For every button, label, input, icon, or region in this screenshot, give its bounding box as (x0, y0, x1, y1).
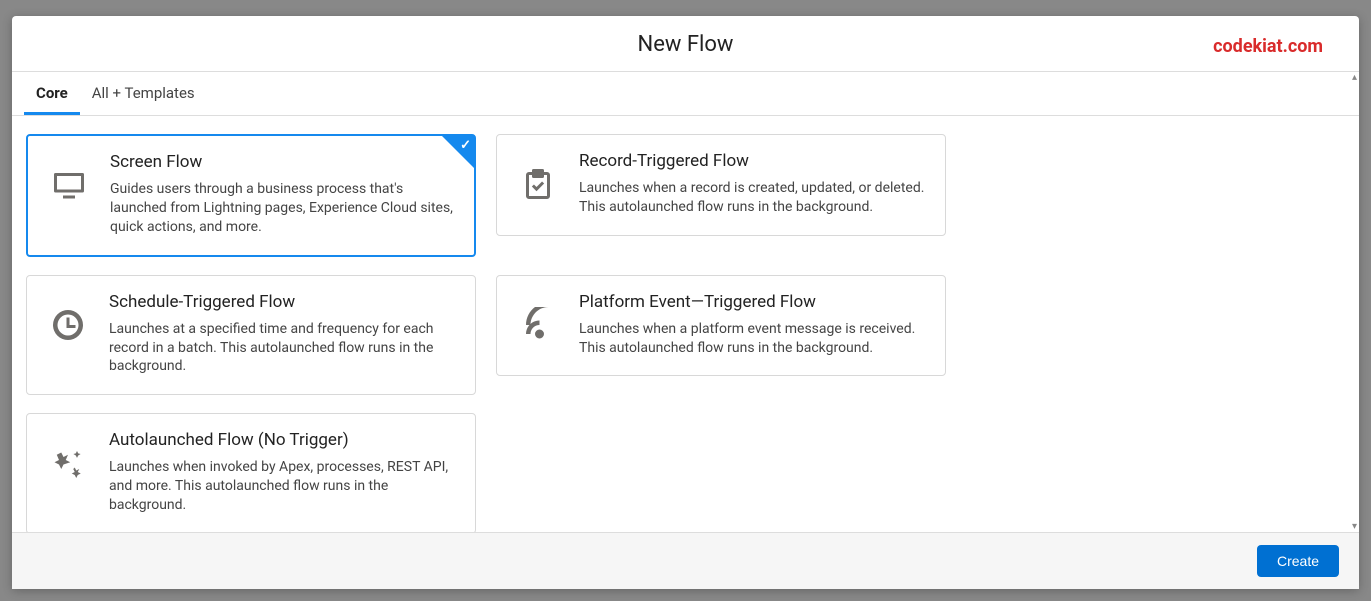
scrollbar[interactable] (1343, 72, 1359, 532)
modal-header: New Flow codekiat.com (12, 16, 1359, 72)
card-autolaunched[interactable]: Autolaunched Flow (No Trigger) Launches … (26, 413, 476, 532)
card-desc: Launches at a specified time and frequen… (109, 320, 457, 377)
modal-title: New Flow (32, 32, 1339, 57)
card-screen-flow[interactable]: Screen Flow Guides users through a busin… (26, 134, 476, 257)
card-title: Autolaunched Flow (No Trigger) (109, 430, 457, 450)
flow-type-cards: Screen Flow Guides users through a busin… (12, 116, 1359, 532)
selected-check-icon (442, 136, 474, 168)
wand-icon (45, 440, 91, 486)
card-desc: Launches when invoked by Apex, processes… (109, 458, 457, 515)
clock-icon (45, 302, 91, 348)
tabs-bar: Core All + Templates (12, 72, 1359, 116)
card-content: Autolaunched Flow (No Trigger) Launches … (109, 430, 457, 515)
brand-watermark: codekiat.com (1213, 36, 1323, 57)
card-title: Record-Triggered Flow (579, 151, 927, 171)
create-button[interactable]: Create (1257, 545, 1339, 577)
card-record-triggered[interactable]: Record-Triggered Flow Launches when a re… (496, 134, 946, 236)
card-title: Screen Flow (110, 152, 456, 172)
card-content: Platform Event—Triggered Flow Launches w… (579, 292, 927, 358)
tab-core[interactable]: Core (24, 72, 80, 115)
modal-footer: Create (12, 532, 1359, 589)
card-content: Record-Triggered Flow Launches when a re… (579, 151, 927, 217)
satellite-icon (515, 302, 561, 348)
card-content: Schedule-Triggered Flow Launches at a sp… (109, 292, 457, 377)
card-content: Screen Flow Guides users through a busin… (110, 152, 456, 237)
card-desc: Launches when a record is created, updat… (579, 179, 927, 217)
card-platform-event[interactable]: Platform Event—Triggered Flow Launches w… (496, 275, 946, 377)
card-desc: Guides users through a business process … (110, 180, 456, 237)
monitor-icon (46, 162, 92, 208)
card-schedule-triggered[interactable]: Schedule-Triggered Flow Launches at a sp… (26, 275, 476, 396)
tab-all-templates[interactable]: All + Templates (80, 72, 207, 115)
new-flow-modal: New Flow codekiat.com Core All + Templat… (12, 16, 1359, 589)
modal-body: Core All + Templates Screen Flow Guides … (12, 72, 1359, 532)
card-title: Platform Event—Triggered Flow (579, 292, 927, 312)
card-desc: Launches when a platform event message i… (579, 320, 927, 358)
card-title: Schedule-Triggered Flow (109, 292, 457, 312)
clipboard-icon (515, 161, 561, 207)
